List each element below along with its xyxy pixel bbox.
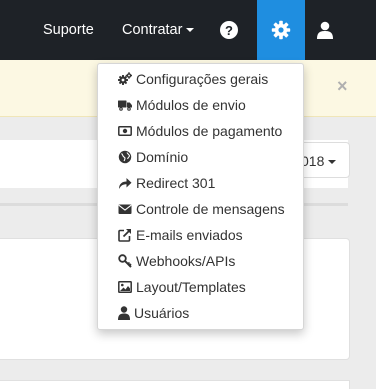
menu-item-label: Controle de mensagens: [136, 201, 285, 217]
user-icon: [118, 306, 130, 321]
share-icon: [119, 178, 132, 190]
year-select-value: 018: [301, 153, 325, 169]
menu-item-dominio[interactable]: Domínio: [118, 146, 188, 168]
cogs-icon: [118, 72, 132, 86]
image-icon: [118, 281, 132, 294]
gear-icon: [271, 20, 291, 40]
settings-dropdown-menu: Configurações gerais Módulos de envio Mó…: [97, 63, 304, 330]
user-icon[interactable]: [316, 21, 334, 44]
menu-item-label: Usuários: [134, 305, 190, 321]
content-card: [0, 380, 350, 389]
menu-item-label: E-mails enviados: [136, 227, 243, 243]
question-circle-icon[interactable]: ?: [219, 20, 239, 40]
menu-item-webhooks-apis[interactable]: Webhooks/APIs: [118, 250, 235, 272]
menu-item-label: Webhooks/APIs: [136, 253, 236, 269]
close-icon[interactable]: ×: [337, 76, 348, 97]
nav-contratar-dropdown[interactable]: Contratar: [122, 0, 195, 60]
chevron-down-icon: [186, 28, 195, 33]
menu-item-label: Módulos de envio: [136, 97, 246, 113]
menu-item-configuracoes-gerais[interactable]: Configurações gerais: [118, 68, 268, 90]
settings-button[interactable]: [257, 0, 305, 60]
menu-item-redirect-301[interactable]: Redirect 301: [118, 172, 215, 194]
menu-item-label: Módulos de pagamento: [136, 123, 283, 139]
nav-contratar-label: Contratar: [122, 22, 183, 38]
menu-item-e-mails-enviados[interactable]: E-mails enviados: [118, 224, 243, 246]
money-icon: [118, 126, 132, 137]
chevron-down-icon: [328, 160, 337, 165]
envelope-icon: [118, 204, 132, 215]
top-navbar: Suporte Contratar ?: [0, 0, 376, 60]
menu-item-controle-de-mensagens[interactable]: Controle de mensagens: [118, 198, 285, 220]
menu-item-modulos-de-pagamento[interactable]: Módulos de pagamento: [118, 120, 282, 142]
external-link-icon: [118, 229, 131, 243]
globe-icon: [118, 151, 132, 164]
menu-item-modulos-de-envio[interactable]: Módulos de envio: [118, 94, 246, 116]
page: Suporte Contratar ? × 018 Configurações …: [0, 0, 376, 389]
menu-item-label: Redirect 301: [136, 175, 216, 191]
nav-suporte-link[interactable]: Suporte: [43, 0, 94, 60]
menu-item-usuarios[interactable]: Usuários: [118, 302, 189, 324]
menu-item-label: Layout/Templates: [136, 279, 246, 295]
menu-item-layout-templates[interactable]: Layout/Templates: [118, 276, 246, 298]
key-icon: [118, 254, 132, 269]
svg-text:?: ?: [225, 23, 233, 38]
menu-item-label: Configurações gerais: [136, 71, 269, 87]
truck-icon: [118, 100, 132, 112]
menu-item-label: Domínio: [136, 149, 189, 165]
